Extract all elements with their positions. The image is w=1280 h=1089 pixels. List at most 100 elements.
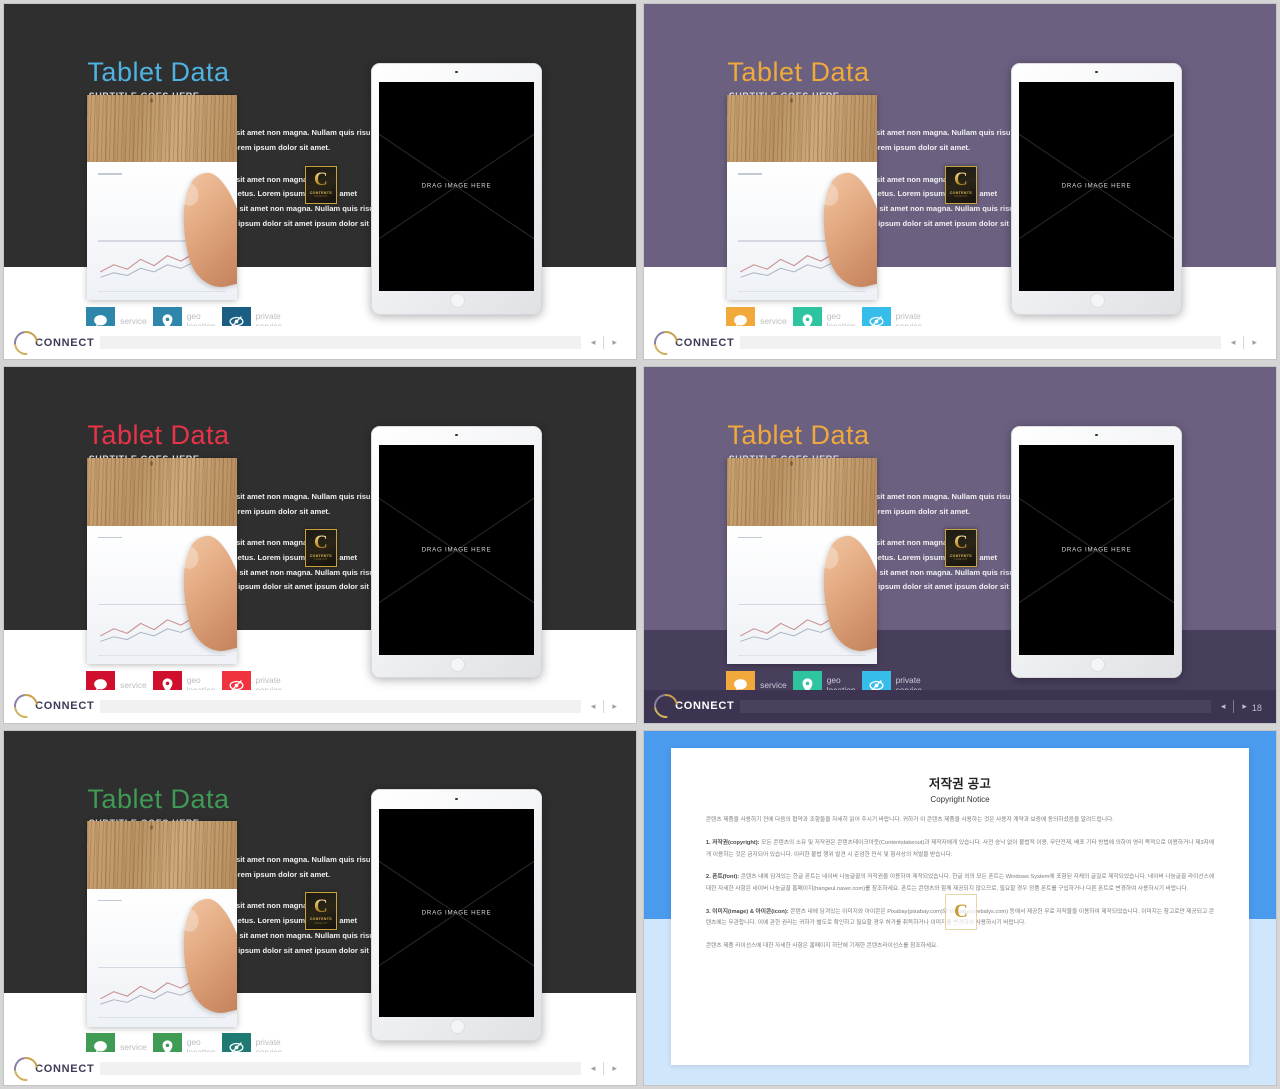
next-button[interactable]: ▸ — [612, 1064, 617, 1073]
image-drop-area[interactable]: DRAG IMAGE HERE — [379, 808, 534, 1018]
slide-purple-a[interactable]: Tablet Data SUBTITLE GOES HERE Maecenas … — [644, 4, 1276, 359]
contents-badge: C CONTENTS TAKEOUT — [304, 165, 337, 204]
prev-button[interactable]: ◂ — [591, 1064, 596, 1073]
home-button[interactable] — [1089, 656, 1105, 672]
feature-label: service — [120, 1041, 147, 1052]
slide-green[interactable]: Tablet Data SUBTITLE GOES HERE Maecenas … — [4, 731, 636, 1085]
connect-logo[interactable]: CONNECT — [649, 689, 735, 723]
slide-copyright[interactable]: 저작권 공고 Copyright Notice 콘텐츠 제품을 사용하기 전에 … — [644, 731, 1276, 1085]
badge-sub: TAKEOUT — [314, 558, 328, 562]
copyright-item-2-label: 2. 폰트(font): — [705, 874, 740, 881]
prev-button[interactable]: ◂ — [591, 338, 596, 347]
copyright-item-2: 2. 폰트(font): 콘텐츠 내에 담겨있는 한글 폰트는 네이버 나눔글꼴… — [706, 872, 1214, 895]
copyright-outro: 콘텐츠 제품 라이선스에 대한 자세한 사항은 홈페이지 하단에 기재한 콘텐츠… — [705, 943, 938, 950]
nav-separator — [603, 1062, 605, 1076]
connect-logo[interactable]: CONNECT — [9, 689, 95, 723]
slide-cell-2: Tablet Data SUBTITLE GOES HERE Maecenas … — [640, 0, 1280, 363]
image-drop-area[interactable]: DRAG IMAGE HERE — [1019, 81, 1174, 291]
home-button[interactable] — [1089, 293, 1105, 309]
nav-separator — [1233, 699, 1235, 713]
slide-canvas: Tablet Data SUBTITLE GOES HERE Maecenas … — [4, 367, 636, 723]
image-drop-area[interactable]: DRAG IMAGE HERE — [379, 81, 534, 291]
chart-axis — [97, 291, 227, 293]
slide-footer: CONNECT ◂ ▸ — [644, 325, 1276, 359]
badge-name: CONTENTS — [309, 190, 332, 195]
slide-purple-b[interactable]: Tablet Data SUBTITLE GOES HERE Maecenas … — [644, 367, 1276, 723]
brand-label: CONNECT — [675, 700, 735, 713]
badge-letter: C — [313, 168, 328, 190]
connect-logo[interactable]: CONNECT — [9, 325, 94, 359]
drag-image-label: DRAG IMAGE HERE — [1061, 546, 1132, 554]
badge-name: CONTENTS — [949, 190, 972, 195]
contents-badge: C CONTENTS TAKEOUT — [944, 528, 977, 567]
footer-bar — [100, 336, 581, 349]
image-drop-area[interactable]: DRAG IMAGE HERE — [1019, 444, 1174, 655]
slide-footer: CONNECT ◂ ▸ — [4, 1051, 636, 1085]
drag-image-label: DRAG IMAGE HERE — [421, 182, 492, 190]
slide-canvas: Tablet Data SUBTITLE GOES HERE Maecenas … — [644, 367, 1276, 723]
feature-label: service — [760, 679, 787, 690]
camera-dot — [455, 434, 458, 437]
connect-logo[interactable]: CONNECT — [649, 325, 735, 359]
page-title: Tablet Data — [727, 420, 870, 451]
prev-button[interactable]: ◂ — [1221, 701, 1226, 711]
copyright-title-ko: 저작권 공고 — [928, 777, 992, 792]
paper-heading-line — [97, 536, 122, 539]
footer-bar — [740, 699, 1211, 713]
copyright-item-1-text: 모든 콘텐츠의 소유 및 저작권은 콘텐츠테이크아웃(Contentstakeo… — [705, 839, 1215, 858]
brand-label: CONNECT — [35, 700, 95, 713]
slide-footer: CONNECT ◂ ▸ — [4, 689, 636, 723]
copyright-item-3-label: 3. 이미지(image) & 아이콘(icon): — [705, 908, 789, 915]
chart-axis — [97, 654, 227, 656]
copyright-canvas: 저작권 공고 Copyright Notice 콘텐츠 제품을 사용하기 전에 … — [644, 731, 1276, 1085]
brand-label: CONNECT — [35, 1062, 95, 1075]
badge-sub: TAKEOUT — [954, 558, 968, 562]
slide-red[interactable]: Tablet Data SUBTITLE GOES HERE Maecenas … — [4, 367, 636, 723]
chart-photo — [727, 457, 877, 665]
ring-icon — [649, 689, 683, 723]
slide-footer: CONNECT ◂ ▸ 18 — [644, 689, 1276, 723]
tablet-device: DRAG IMAGE HERE — [1010, 425, 1183, 679]
next-button[interactable]: ▸ — [612, 338, 617, 347]
connect-logo[interactable]: CONNECT — [9, 1051, 95, 1085]
prev-button[interactable]: ◂ — [1231, 338, 1236, 347]
slide-canvas: Tablet Data SUBTITLE GOES HERE Maecenas … — [644, 4, 1276, 359]
ring-icon — [9, 689, 43, 723]
ring-icon — [9, 325, 43, 359]
page-title: Tablet Data — [87, 57, 230, 88]
prev-button[interactable]: ◂ — [591, 701, 596, 711]
home-button[interactable] — [449, 1019, 465, 1035]
slide-cell-6: 저작권 공고 Copyright Notice 콘텐츠 제품을 사용하기 전에 … — [640, 727, 1280, 1089]
camera-dot — [455, 70, 458, 74]
next-button[interactable]: ▸ — [1242, 701, 1247, 711]
next-button[interactable]: ▸ — [612, 701, 617, 711]
brand-label: CONNECT — [675, 336, 735, 349]
drag-image-label: DRAG IMAGE HERE — [421, 546, 492, 554]
slide-nav: ◂ ▸ — [591, 336, 626, 349]
home-button[interactable] — [449, 293, 465, 309]
home-button[interactable] — [449, 656, 465, 672]
chart-axis — [737, 291, 867, 293]
next-button[interactable]: ▸ — [1252, 338, 1257, 347]
image-drop-area[interactable]: DRAG IMAGE HERE — [379, 444, 534, 655]
camera-dot — [1095, 70, 1098, 74]
copyright-item-1-label: 1. 저작권(copyright): — [705, 839, 760, 846]
slide-blue[interactable]: Tablet Data SUBTITLE GOES HERE Maecenas … — [4, 4, 636, 359]
page-title: Tablet Data — [727, 57, 870, 88]
copyright-item-2-text: 콘텐츠 내에 담겨있는 한글 폰트는 네이버 나눔글꼴의 저작권을 이용하여 제… — [705, 874, 1215, 892]
wood-clipboard — [727, 457, 877, 526]
drag-image-label: DRAG IMAGE HERE — [1061, 182, 1132, 190]
chart-axis — [97, 1017, 227, 1019]
paper-heading-line — [737, 536, 762, 539]
slide-cell-3: Tablet Data SUBTITLE GOES HERE Maecenas … — [0, 363, 640, 727]
badge-sub: TAKEOUT — [314, 195, 328, 199]
tablet-device: DRAG IMAGE HERE — [370, 789, 543, 1041]
chart-photo — [87, 821, 237, 1027]
badge-sub: TAKEOUT — [954, 195, 968, 199]
badge-sub: TAKEOUT — [314, 921, 328, 925]
slide-canvas: Tablet Data SUBTITLE GOES HERE Maecenas … — [4, 731, 636, 1085]
page-title: Tablet Data — [87, 783, 230, 814]
nav-separator — [1243, 336, 1245, 349]
slide-nav: ◂ ▸ — [591, 1062, 626, 1076]
slide-nav: ◂ ▸ — [1231, 336, 1266, 349]
